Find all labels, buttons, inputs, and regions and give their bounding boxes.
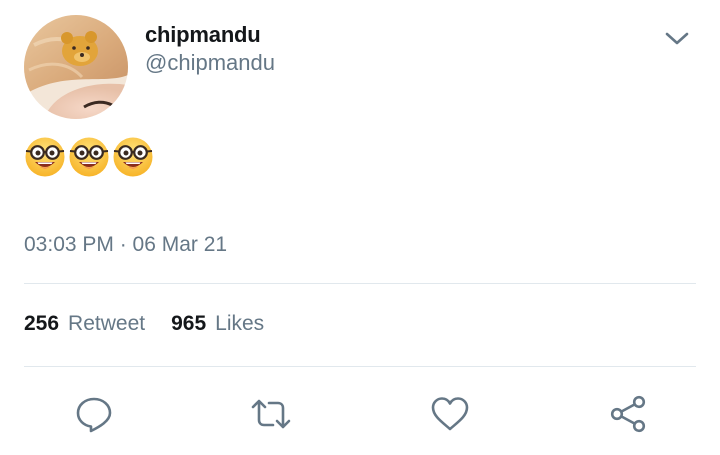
reply-icon[interactable]: [74, 394, 114, 434]
nerd-face-emoji: [113, 137, 153, 177]
tweet-timestamp[interactable]: 03:03 PM · 06 Mar 21: [24, 233, 227, 257]
nerd-face-emoji: [69, 137, 109, 177]
tweet-card: chipmandu @chipmandu 03:03 PM · 06 Mar 2…: [0, 0, 720, 455]
likes-count: 965: [171, 312, 207, 335]
likes-label: Likes: [215, 312, 265, 335]
display-name[interactable]: chipmandu: [145, 22, 261, 48]
avatar-image: [24, 15, 128, 119]
user-handle[interactable]: @chipmandu: [145, 50, 275, 76]
retweet-count: 256: [24, 312, 60, 335]
avatar[interactable]: [24, 15, 128, 119]
likes-count-link[interactable]: 965 Likes: [171, 312, 264, 336]
divider: [24, 366, 696, 367]
retweet-count-link[interactable]: 256 Retweet: [24, 312, 145, 336]
like-icon[interactable]: [430, 394, 470, 434]
retweet-icon[interactable]: [251, 394, 291, 434]
tweet-stats: 256 Retweet 965 Likes: [24, 312, 264, 336]
retweet-label: Retweet: [68, 312, 146, 335]
share-icon[interactable]: [608, 394, 648, 434]
chevron-down-icon[interactable]: [662, 26, 692, 50]
nerd-face-emoji: [25, 137, 65, 177]
tweet-content: [24, 136, 154, 180]
divider: [24, 283, 696, 284]
